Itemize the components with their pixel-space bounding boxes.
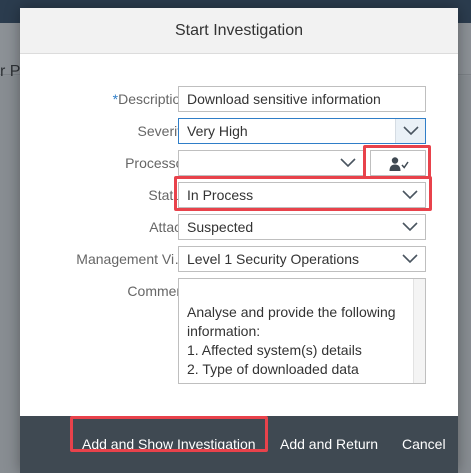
chevron-down-icon[interactable]	[395, 183, 425, 207]
management-visibility-value: Level 1 Security Operations	[187, 251, 359, 267]
start-investigation-dialog: Start Investigation *Description: Downlo…	[20, 8, 458, 473]
chevron-down-icon[interactable]	[333, 151, 363, 175]
attack-row: Attack: Suspected	[20, 214, 458, 240]
management-visibility-select[interactable]: Level 1 Security Operations	[178, 246, 426, 272]
management-visibility-label: Management Vi…:	[76, 251, 192, 267]
add-and-show-investigation-button[interactable]: Add and Show Investigation	[82, 416, 256, 473]
description-row: *Description: Download sensitive informa…	[20, 86, 458, 112]
add-and-return-button[interactable]: Add and Return	[280, 416, 378, 473]
status-row: Status: In Process	[20, 182, 458, 208]
chevron-down-icon[interactable]	[395, 247, 425, 271]
cancel-button[interactable]: Cancel	[402, 416, 446, 473]
chevron-down-icon[interactable]	[395, 119, 425, 143]
severity-value: Very High	[187, 123, 248, 139]
attack-select[interactable]: Suspected	[178, 214, 426, 240]
chevron-down-icon[interactable]	[395, 215, 425, 239]
description-input[interactable]: Download sensitive information	[178, 86, 426, 112]
attack-value: Suspected	[187, 219, 254, 235]
severity-select[interactable]: Very High	[178, 118, 426, 144]
dialog-footer: Add and Show Investigation Add and Retur…	[20, 416, 458, 473]
status-select[interactable]: In Process	[178, 182, 426, 208]
comment-textarea[interactable]: Analyse and provide the following inform…	[178, 278, 426, 384]
management-visibility-row: Management Vi…: Level 1 Security Operati…	[20, 246, 458, 272]
processor-select[interactable]	[178, 150, 364, 176]
comment-scrollbar[interactable]	[413, 279, 425, 383]
dialog-title: Start Investigation	[20, 8, 458, 54]
status-value: In Process	[187, 187, 254, 203]
severity-row: Severity: Very High	[20, 118, 458, 144]
processor-row: Processor:	[20, 150, 458, 176]
processor-value-help-button[interactable]	[370, 150, 426, 176]
comment-text: Analyse and provide the following inform…	[187, 304, 396, 383]
